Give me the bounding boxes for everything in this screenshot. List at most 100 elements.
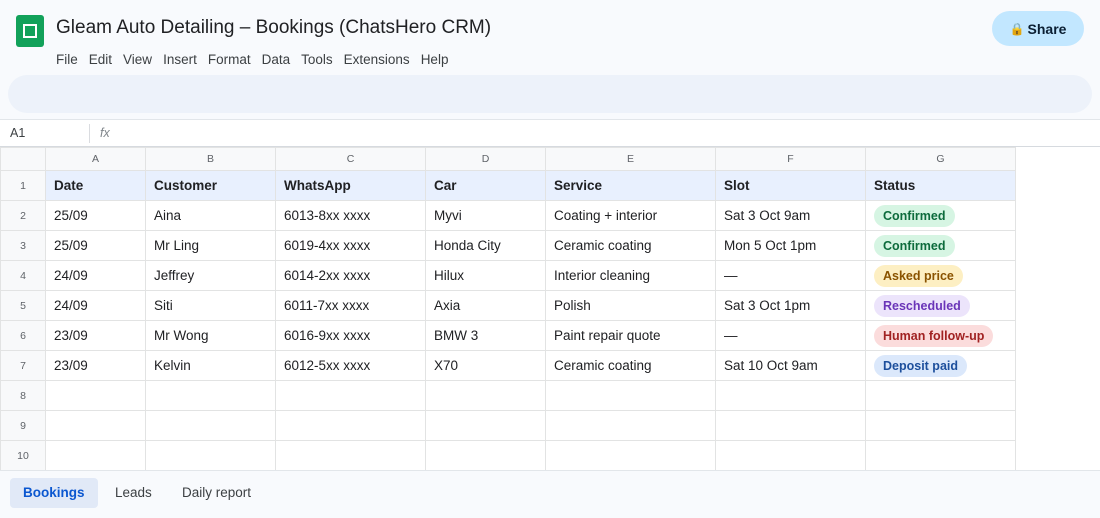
cell-whatsapp[interactable]: 6019-4xx xxxx xyxy=(275,230,426,261)
cell-slot[interactable] xyxy=(715,410,866,441)
row-header[interactable]: 9 xyxy=(0,410,46,441)
cell-car[interactable]: Honda City xyxy=(425,230,546,261)
cell-whatsapp[interactable] xyxy=(275,380,426,411)
document-title[interactable]: Gleam Auto Detailing – Bookings (ChatsHe… xyxy=(56,17,491,39)
cell-car[interactable] xyxy=(425,380,546,411)
cell-status[interactable] xyxy=(865,440,1016,471)
menu-view[interactable]: View xyxy=(123,52,152,67)
menu-file[interactable]: File xyxy=(56,52,78,67)
cell-customer[interactable] xyxy=(145,380,276,411)
cell-date[interactable]: 25/09 xyxy=(45,200,146,231)
cell-car[interactable]: Axia xyxy=(425,290,546,321)
cell-slot[interactable]: Sat 3 Oct 9am xyxy=(715,200,866,231)
cell-status[interactable]: Confirmed xyxy=(865,230,1016,261)
cell-date[interactable]: 23/09 xyxy=(45,320,146,351)
cell-slot[interactable]: Sat 10 Oct 9am xyxy=(715,350,866,381)
row-header[interactable]: 1 xyxy=(0,170,46,201)
column-header-e[interactable]: E xyxy=(545,147,716,171)
cell-service[interactable] xyxy=(545,440,716,471)
cell-customer[interactable]: Jeffrey xyxy=(145,260,276,291)
cell-customer[interactable]: Aina xyxy=(145,200,276,231)
cell-date[interactable] xyxy=(45,440,146,471)
cell-reference-box[interactable]: A1 xyxy=(10,126,25,140)
cell-customer[interactable]: Customer xyxy=(145,170,276,201)
cell-date[interactable]: 24/09 xyxy=(45,260,146,291)
cell-whatsapp[interactable]: 6011-7xx xxxx xyxy=(275,290,426,321)
column-header-g[interactable]: G xyxy=(865,147,1016,171)
cell-status[interactable] xyxy=(865,410,1016,441)
row-header[interactable]: 10 xyxy=(0,440,46,471)
share-button[interactable]: 🔒 Share xyxy=(992,11,1084,46)
menu-format[interactable]: Format xyxy=(208,52,251,67)
cell-status[interactable]: Rescheduled xyxy=(865,290,1016,321)
cell-service[interactable]: Paint repair quote xyxy=(545,320,716,351)
cell-customer[interactable]: Mr Wong xyxy=(145,320,276,351)
row-header[interactable]: 4 xyxy=(0,260,46,291)
sheet-tab-daily-report[interactable]: Daily report xyxy=(169,478,264,508)
menu-help[interactable]: Help xyxy=(421,52,449,67)
cell-car[interactable]: Car xyxy=(425,170,546,201)
cell-service[interactable]: Service xyxy=(545,170,716,201)
menu-tools[interactable]: Tools xyxy=(301,52,333,67)
cell-slot[interactable] xyxy=(715,380,866,411)
sheets-logo-icon[interactable] xyxy=(16,15,44,47)
cell-customer[interactable] xyxy=(145,440,276,471)
cell-date[interactable] xyxy=(45,410,146,441)
cell-status[interactable]: Deposit paid xyxy=(865,350,1016,381)
cell-whatsapp[interactable]: 6013-8xx xxxx xyxy=(275,200,426,231)
cell-car[interactable]: Myvi xyxy=(425,200,546,231)
cell-slot[interactable]: — xyxy=(715,320,866,351)
cell-whatsapp[interactable] xyxy=(275,410,426,441)
cell-customer[interactable] xyxy=(145,410,276,441)
cell-slot[interactable] xyxy=(715,440,866,471)
cell-service[interactable]: Coating + interior xyxy=(545,200,716,231)
cell-customer[interactable]: Kelvin xyxy=(145,350,276,381)
column-header-a[interactable]: A xyxy=(45,147,146,171)
row-header[interactable]: 2 xyxy=(0,200,46,231)
cell-slot[interactable]: Sat 3 Oct 1pm xyxy=(715,290,866,321)
cell-whatsapp[interactable]: 6016-9xx xxxx xyxy=(275,320,426,351)
cell-slot[interactable]: — xyxy=(715,260,866,291)
row-header[interactable]: 8 xyxy=(0,380,46,411)
row-header[interactable]: 6 xyxy=(0,320,46,351)
cell-car[interactable]: Hilux xyxy=(425,260,546,291)
cell-whatsapp[interactable]: 6014-2xx xxxx xyxy=(275,260,426,291)
cell-status[interactable]: Status xyxy=(865,170,1016,201)
cell-customer[interactable]: Siti xyxy=(145,290,276,321)
cell-service[interactable] xyxy=(545,380,716,411)
row-header[interactable]: 3 xyxy=(0,230,46,261)
cell-date[interactable]: 24/09 xyxy=(45,290,146,321)
cell-whatsapp[interactable]: 6012-5xx xxxx xyxy=(275,350,426,381)
menu-data[interactable]: Data xyxy=(262,52,291,67)
cell-service[interactable]: Ceramic coating xyxy=(545,350,716,381)
cell-date[interactable]: 23/09 xyxy=(45,350,146,381)
cell-slot[interactable]: Mon 5 Oct 1pm xyxy=(715,230,866,261)
cell-service[interactable] xyxy=(545,410,716,441)
column-header-f[interactable]: F xyxy=(715,147,866,171)
sheet-tab-leads[interactable]: Leads xyxy=(102,478,165,508)
cell-status[interactable]: Asked price xyxy=(865,260,1016,291)
column-header-c[interactable]: C xyxy=(275,147,426,171)
cell-customer[interactable]: Mr Ling xyxy=(145,230,276,261)
sheet-tab-bookings[interactable]: Bookings xyxy=(10,478,98,508)
cell-date[interactable]: 25/09 xyxy=(45,230,146,261)
cell-car[interactable] xyxy=(425,410,546,441)
cell-car[interactable] xyxy=(425,440,546,471)
cell-service[interactable]: Interior cleaning xyxy=(545,260,716,291)
menu-insert[interactable]: Insert xyxy=(163,52,197,67)
row-header[interactable]: 7 xyxy=(0,350,46,381)
cell-slot[interactable]: Slot xyxy=(715,170,866,201)
cell-service[interactable]: Polish xyxy=(545,290,716,321)
column-header-b[interactable]: B xyxy=(145,147,276,171)
cell-car[interactable]: X70 xyxy=(425,350,546,381)
cell-service[interactable]: Ceramic coating xyxy=(545,230,716,261)
select-all-corner[interactable] xyxy=(0,147,46,171)
cell-whatsapp[interactable] xyxy=(275,440,426,471)
menu-edit[interactable]: Edit xyxy=(89,52,112,67)
row-header[interactable]: 5 xyxy=(0,290,46,321)
cell-status[interactable] xyxy=(865,380,1016,411)
cell-date[interactable]: Date xyxy=(45,170,146,201)
column-header-d[interactable]: D xyxy=(425,147,546,171)
cell-status[interactable]: Confirmed xyxy=(865,200,1016,231)
cell-whatsapp[interactable]: WhatsApp xyxy=(275,170,426,201)
